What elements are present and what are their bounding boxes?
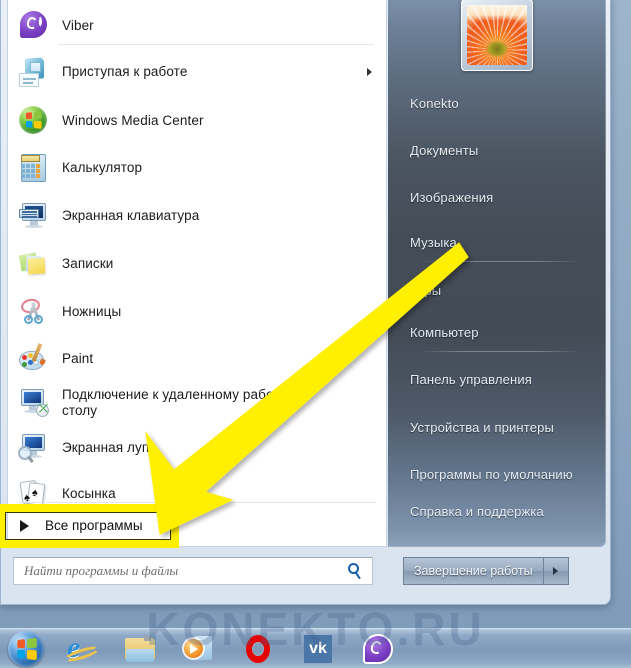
start-menu-item[interactable]: Приступая к работе [8, 52, 386, 91]
start-menu-item-label: Ножницы [62, 303, 122, 319]
all-programs-button[interactable]: Все программы [8, 508, 386, 543]
right-pane-item[interactable]: Компьютер [388, 317, 605, 347]
right-pane-item[interactable]: Панель управления [388, 364, 605, 394]
right-pane-item[interactable]: Программы по умолчанию [388, 459, 605, 489]
taskbar: e vk [0, 628, 631, 668]
shutdown-button[interactable]: Завершение работы [403, 557, 543, 585]
start-menu-item-label: Подключение к удаленному рабочему столу [62, 387, 305, 418]
start-menu-item[interactable]: Подключение к удаленному рабочему столу [8, 378, 386, 428]
start-menu-item[interactable]: Viber [8, 6, 386, 45]
start-menu-bottom-bar: Найти программы и файлы Завершение работ… [7, 547, 606, 599]
right-pane-item[interactable]: Игры [388, 275, 605, 305]
taskbar-item-start-orb[interactable] [4, 630, 48, 667]
taskbar-item-windows-media-player[interactable] [176, 631, 220, 667]
start-menu-item[interactable]: Калькулятор [8, 148, 386, 187]
all-programs-label: Все программы [45, 518, 143, 533]
avatar-petals [466, 5, 527, 65]
avatar[interactable] [460, 0, 533, 71]
right-pane-item[interactable]: Устройства и принтеры [388, 412, 605, 442]
search-placeholder: Найти программы и файлы [24, 563, 179, 578]
internet-explorer-icon: e [63, 632, 101, 664]
solitaire-icon: ♠ ♠ [18, 478, 50, 510]
start-menu-item-label: Косынка [62, 485, 116, 501]
vk-icon: vk [304, 634, 332, 663]
screenshot-root: Viber Приступая к работе Windows Media Cen… [0, 0, 631, 668]
start-menu-item[interactable]: Экранная лупа [8, 428, 386, 467]
shutdown-control: Завершение работы [403, 557, 569, 585]
start-menu-item-label: Экранная клавиатура [62, 207, 200, 223]
start-menu-item-label: Viber [62, 17, 94, 33]
right-pane-item-label: Музыка [410, 234, 457, 250]
right-pane-item-label: Панель управления [410, 371, 532, 387]
remote-desktop-icon [18, 387, 50, 419]
start-menu-item[interactable]: Экранная клавиатура [8, 196, 386, 235]
viber-icon [363, 633, 393, 664]
getting-started-icon [18, 56, 50, 88]
windows-media-player-icon [184, 635, 212, 662]
start-menu-item-label: Калькулятор [62, 159, 143, 175]
right-pane-item-label: Изображения [410, 189, 494, 205]
taskbar-item-vk[interactable]: vk [296, 631, 340, 667]
shutdown-options-button[interactable] [542, 557, 569, 585]
triangle-right-icon [20, 519, 29, 532]
windows-media-center-icon [18, 105, 50, 137]
taskbar-item-internet-explorer[interactable]: e [60, 631, 104, 667]
paint-icon [18, 342, 50, 375]
pinned-items-separator [58, 44, 374, 45]
flower-avatar-image [466, 5, 527, 65]
right-pane-item[interactable]: Изображения [388, 182, 605, 212]
start-menu-item[interactable]: Ножницы [8, 292, 386, 331]
avatar-flower-center [487, 42, 506, 56]
right-pane-item[interactable]: Справка и поддержка [388, 496, 605, 526]
all-programs-separator [18, 502, 376, 503]
snipping-tool-icon [18, 296, 50, 328]
right-pane-item-label: Устройства и принтеры [410, 419, 554, 435]
taskbar-item-viber[interactable] [356, 631, 400, 667]
taskbar-item-opera[interactable] [236, 631, 280, 667]
opera-icon [245, 634, 271, 663]
right-pane-item-label: Справка и поддержка [410, 503, 544, 519]
start-menu-item[interactable]: Записки [8, 244, 386, 283]
start-menu-left-pane: Viber Приступая к работе Windows Media Cen… [7, 0, 387, 547]
user-name-item[interactable]: Konekto [388, 88, 605, 118]
start-menu-item-label: Windows Media Center [62, 112, 204, 128]
on-screen-keyboard-icon [18, 200, 50, 232]
taskbar-item-windows-explorer[interactable] [118, 631, 162, 667]
start-menu: Viber Приступая к работе Windows Media Cen… [0, 0, 611, 605]
viber-icon [18, 10, 50, 42]
user-name-label: Konekto [410, 95, 459, 111]
submenu-chevron-icon [367, 67, 372, 76]
right-pane-item-label: Игры [410, 282, 442, 298]
right-pane-item-label: Документы [410, 142, 479, 158]
right-pane-item-label: Компьютер [410, 324, 479, 340]
start-menu-item[interactable]: Paint [8, 339, 386, 378]
magnifier-icon [18, 432, 50, 464]
sticky-notes-icon [18, 248, 50, 280]
search-input[interactable]: Найти программы и файлы [13, 557, 373, 585]
right-pane-separator [424, 261, 576, 262]
search-icon [346, 562, 364, 580]
right-pane-item[interactable]: Документы [388, 135, 605, 165]
start-menu-item-label: Приступая к работе [62, 63, 188, 79]
start-menu-item[interactable]: Windows Media Center [8, 101, 386, 140]
start-menu-item-label: Записки [62, 255, 114, 271]
start-menu-item-label: Paint [62, 350, 94, 366]
calculator-icon [18, 152, 50, 184]
chevron-right-icon [553, 567, 559, 575]
program-list: Viber Приступая к работе Windows Media Cen… [8, 0, 386, 546]
start-orb-icon [8, 630, 44, 667]
right-pane-item[interactable]: Музыка [388, 227, 605, 257]
right-pane-separator [424, 351, 576, 352]
right-pane-item-label: Программы по умолчанию [410, 466, 573, 482]
start-menu-right-pane: Konekto Документы Изображения Музыка Игры Ком… [388, 0, 606, 547]
windows-explorer-icon [125, 635, 155, 662]
start-menu-item-label: Экранная лупа [62, 439, 157, 455]
